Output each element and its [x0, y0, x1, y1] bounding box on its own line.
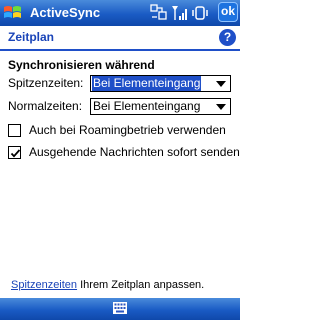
peak-times-value: Bei Elementeingang [92, 76, 202, 91]
roaming-checkbox[interactable] [8, 124, 21, 137]
header-divider [0, 49, 240, 51]
offpeak-times-select[interactable]: Bei Elementeingang [90, 98, 231, 115]
keyboard-icon[interactable] [113, 302, 127, 315]
roaming-label[interactable]: Auch bei Roamingbetrieb verwenden [29, 123, 226, 138]
peak-times-select[interactable]: Bei Elementeingang [90, 75, 231, 92]
send-now-checkbox[interactable] [8, 146, 21, 159]
peak-label: Spitzenzeiten: [8, 76, 84, 90]
windows-start-icon[interactable] [2, 3, 24, 23]
offpeak-label: Normalzeiten: [8, 99, 83, 113]
title-bar: ActiveSync ok [0, 0, 240, 26]
peak-times-link[interactable]: Spitzenzeiten [11, 279, 77, 291]
connectivity-icon[interactable] [150, 4, 168, 22]
chevron-down-icon[interactable] [216, 81, 226, 87]
section-title: Synchronisieren während [8, 58, 155, 72]
volume-icon[interactable] [192, 4, 210, 22]
page-header: Zeitplan ? [0, 26, 240, 49]
page-title: Zeitplan [8, 30, 55, 44]
footer-hint: Ihrem Zeitplan anpassen. [77, 279, 205, 291]
ok-button[interactable]: ok [218, 2, 238, 22]
offpeak-times-value: Bei Elementeingang [93, 99, 201, 113]
chevron-down-icon[interactable] [216, 104, 226, 110]
checkmark-icon [10, 149, 21, 158]
softkey-bar [0, 298, 240, 320]
app-title: ActiveSync [30, 5, 101, 20]
send-now-label[interactable]: Ausgehende Nachrichten sofort senden [29, 145, 240, 160]
signal-strength-icon[interactable] [171, 4, 189, 22]
footer-text: Spitzenzeiten Ihrem Zeitplan anpassen. [11, 278, 204, 292]
help-icon[interactable]: ? [219, 29, 236, 46]
